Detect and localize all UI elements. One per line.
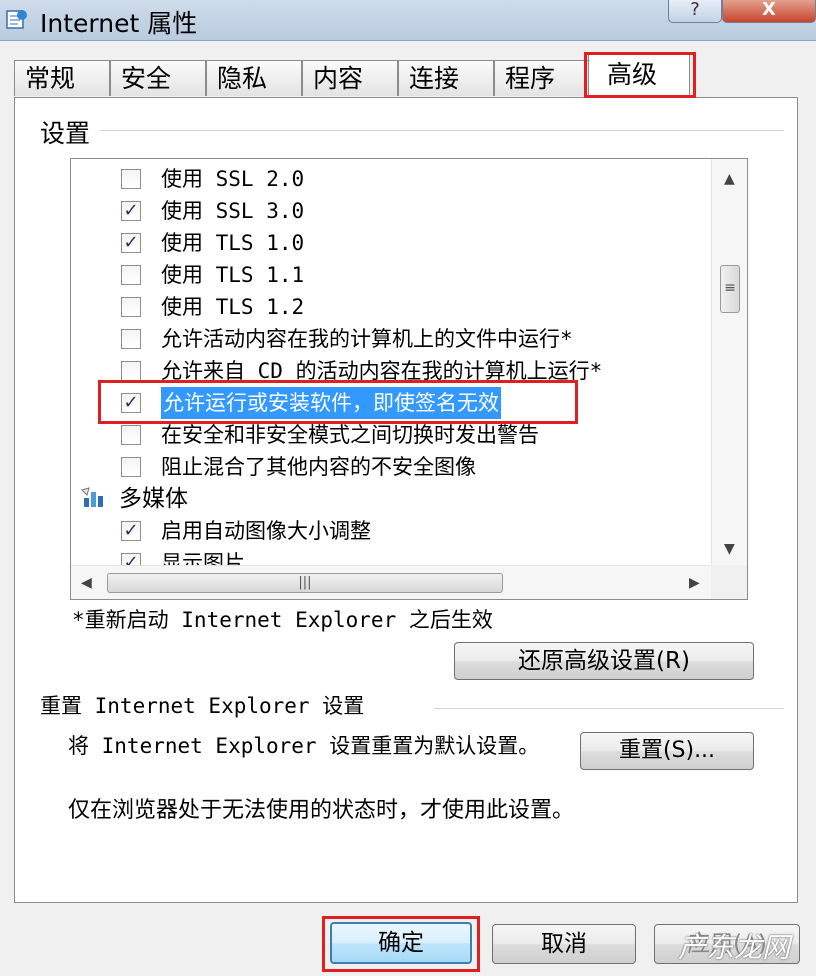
- scroll-down-arrow-icon[interactable]: ▼: [724, 541, 735, 557]
- scroll-left-arrow-icon[interactable]: ◀: [81, 575, 92, 591]
- settings-group-line: [100, 130, 784, 131]
- settings-list[interactable]: 使用 SSL 2.0 ✓ 使用 SSL 3.0 ✓ 使用 TLS 1.0 使用 TLS 1…: [70, 158, 748, 600]
- settings-option-label: 使用 TLS 1.1: [161, 263, 305, 287]
- annotation-box-invalid-signature: [98, 380, 578, 424]
- vertical-scrollbar[interactable]: ▲ ≡ ▼: [711, 159, 747, 565]
- vertical-scroll-thumb[interactable]: ≡: [720, 265, 740, 313]
- reset-description: 将 Internet Explorer 设置重置为默认设置。: [68, 734, 540, 758]
- checkbox-unchecked[interactable]: [121, 169, 141, 189]
- tab-content[interactable]: 内容: [302, 60, 398, 96]
- checkbox-unchecked[interactable]: [121, 425, 141, 445]
- tab-general[interactable]: 常规: [14, 60, 110, 96]
- tab-connections[interactable]: 连接: [398, 60, 494, 96]
- multimedia-category-icon: [81, 487, 103, 507]
- tab-programs[interactable]: 程序: [494, 60, 590, 96]
- settings-category-label: 多媒体: [119, 486, 188, 512]
- settings-option-label: 阻止混合了其他内容的不安全图像: [161, 455, 476, 479]
- title-bar: Internet 属性 ? X: [0, 0, 816, 41]
- settings-option-label: 启用自动图像大小调整: [161, 519, 371, 543]
- window-title: Internet 属性: [40, 9, 198, 38]
- scroll-up-arrow-icon[interactable]: ▲: [724, 171, 735, 187]
- restore-advanced-settings-button[interactable]: 还原高级设置(R): [454, 642, 754, 680]
- settings-option-label: 使用 TLS 1.2: [161, 295, 305, 319]
- checkbox-checked[interactable]: ✓: [121, 201, 141, 221]
- watermark: 产东龙网: [678, 931, 791, 964]
- checkbox-unchecked[interactable]: [121, 361, 141, 381]
- help-button[interactable]: ?: [668, 0, 722, 23]
- checkbox-checked[interactable]: ✓: [121, 553, 141, 565]
- settings-option-label: 显示图片: [161, 551, 245, 565]
- checkbox-unchecked[interactable]: [121, 297, 141, 317]
- reset-group-line: [434, 708, 784, 709]
- settings-option-label: 使用 SSL 2.0: [161, 167, 305, 191]
- checkbox-checked[interactable]: ✓: [121, 233, 141, 253]
- settings-option-label: 允许活动内容在我的计算机上的文件中运行*: [161, 327, 573, 351]
- close-button[interactable]: X: [722, 0, 816, 23]
- scroll-right-arrow-icon[interactable]: ▶: [689, 575, 700, 591]
- settings-option-label: 使用 TLS 1.0: [161, 231, 305, 255]
- reset-warning: 仅在浏览器处于无法使用的状态时，才使用此设置。: [68, 798, 575, 823]
- checkbox-unchecked[interactable]: [121, 329, 141, 349]
- reset-group-title: 重置 Internet Explorer 设置: [40, 690, 371, 720]
- settings-group-title: 设置: [40, 114, 97, 150]
- checkbox-checked[interactable]: ✓: [121, 521, 141, 541]
- checkbox-unchecked[interactable]: [121, 457, 141, 477]
- horizontal-scroll-thumb[interactable]: |||: [107, 573, 503, 593]
- tab-security[interactable]: 安全: [110, 60, 206, 96]
- internet-options-icon: [6, 10, 27, 29]
- annotation-box-advanced-tab: [584, 52, 696, 98]
- settings-option-label: 使用 SSL 3.0: [161, 199, 305, 223]
- horizontal-scrollbar[interactable]: ◀ ||| ▶: [71, 565, 711, 599]
- scroll-corner: [711, 565, 747, 599]
- reset-button[interactable]: 重置(S)...: [580, 732, 754, 770]
- annotation-box-ok-button: [322, 916, 480, 972]
- checkbox-unchecked[interactable]: [121, 265, 141, 285]
- tab-privacy[interactable]: 隐私: [206, 60, 302, 96]
- restart-note: *重新启动 Internet Explorer 之后生效: [72, 608, 493, 632]
- settings-list-viewport: 使用 SSL 2.0 ✓ 使用 SSL 3.0 ✓ 使用 TLS 1.0 使用 TLS 1…: [71, 159, 711, 565]
- cancel-button[interactable]: 取消: [492, 924, 636, 964]
